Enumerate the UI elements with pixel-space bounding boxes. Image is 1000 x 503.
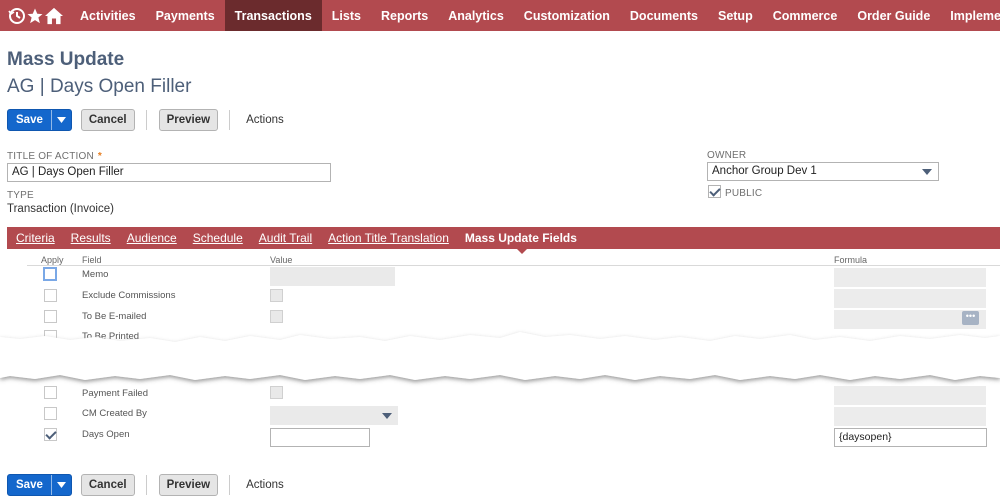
save-dropdown-caret-icon[interactable] xyxy=(50,475,71,495)
toolbar-separator xyxy=(229,475,231,495)
field-name-cm-created-by: CM Created By xyxy=(82,408,147,419)
public-label: PUBLIC xyxy=(725,188,763,199)
cancel-button[interactable]: Cancel xyxy=(80,109,135,131)
apply-checkbox-payment-failed[interactable] xyxy=(44,386,57,399)
toolbar-separator xyxy=(145,110,147,130)
public-checkbox[interactable] xyxy=(708,185,721,198)
owner-select[interactable]: Anchor Group Dev 1 xyxy=(707,162,939,181)
save-button[interactable]: Save xyxy=(7,474,72,496)
nav-item-reports[interactable]: Reports xyxy=(371,0,438,31)
formula-column-header: Formula xyxy=(834,255,868,265)
formula-input-memo[interactable] xyxy=(834,268,986,287)
tab-results[interactable]: Results xyxy=(71,231,111,245)
nav-item-implementation[interactable]: Implementation xyxy=(940,0,1000,31)
field-name-days-open: Days Open xyxy=(82,429,130,440)
value-checkbox-exclude-commissions[interactable] xyxy=(270,289,283,302)
field-name-to-be-emailed: To Be E-mailed xyxy=(82,311,147,322)
nav-item-analytics[interactable]: Analytics xyxy=(438,0,514,31)
toolbar-separator xyxy=(145,475,147,495)
header-divider xyxy=(27,265,1000,266)
preview-button[interactable]: Preview xyxy=(158,474,219,496)
formula-input-days-open[interactable]: {daysopen} xyxy=(834,428,987,447)
nav-item-lists[interactable]: Lists xyxy=(322,0,371,31)
apply-checkbox-days-open[interactable] xyxy=(44,428,57,441)
nav-item-setup[interactable]: Setup xyxy=(708,0,763,31)
apply-column-header: Apply xyxy=(41,255,64,265)
value-checkbox-to-be-emailed[interactable] xyxy=(270,310,283,323)
field-name-payment-failed: Payment Failed xyxy=(82,388,149,399)
formula-input-exclude-commissions[interactable] xyxy=(834,289,986,308)
title-of-action-label-text: TITLE OF ACTION xyxy=(7,151,94,162)
recent-icon[interactable] xyxy=(8,0,26,31)
preview-button[interactable]: Preview xyxy=(158,109,219,131)
apply-checkbox-exclude-commissions[interactable] xyxy=(44,289,57,302)
formula-input-cm-created-by[interactable] xyxy=(834,407,986,426)
tab-schedule[interactable]: Schedule xyxy=(193,231,243,245)
save-dropdown-caret-icon[interactable] xyxy=(50,110,71,130)
nav-item-payments[interactable]: Payments xyxy=(146,0,225,31)
nav-item-activities[interactable]: Activities xyxy=(70,0,146,31)
actions-menu[interactable]: Actions xyxy=(246,479,284,491)
formula-input-payment-failed[interactable] xyxy=(834,386,986,405)
save-button-label: Save xyxy=(16,114,43,126)
actions-menu[interactable]: Actions xyxy=(246,114,284,126)
cancel-button[interactable]: Cancel xyxy=(80,474,135,496)
top-nav: Activities Payments Transactions Lists R… xyxy=(0,0,1000,31)
nav-menu: Activities Payments Transactions Lists R… xyxy=(70,0,1000,31)
field-column-header: Field xyxy=(82,255,102,265)
nav-item-transactions[interactable]: Transactions xyxy=(224,0,322,31)
save-button-label: Save xyxy=(16,479,43,491)
apply-checkbox-to-be-emailed[interactable] xyxy=(44,310,57,323)
owner-select-value: Anchor Group Dev 1 xyxy=(712,165,817,177)
save-button[interactable]: Save xyxy=(7,109,72,131)
bottom-button-bar: Save Cancel Preview Actions xyxy=(7,474,284,496)
chevron-down-icon xyxy=(922,169,932,175)
owner-label: OWNER xyxy=(707,150,747,161)
active-tab-indicator xyxy=(517,249,527,254)
value-column-header: Value xyxy=(270,255,293,265)
page-title: Mass Update xyxy=(7,49,125,70)
value-select-cm-created-by[interactable] xyxy=(270,406,398,425)
tab-mass-update-fields[interactable]: Mass Update Fields xyxy=(465,231,577,245)
home-icon[interactable] xyxy=(44,0,64,31)
torn-edge-divider xyxy=(0,332,1000,380)
title-of-action-input[interactable]: AG | Days Open Filler xyxy=(7,163,331,182)
top-button-bar: Save Cancel Preview Actions xyxy=(7,109,284,131)
subtab-bar: Criteria Results Audience Schedule Audit… xyxy=(7,227,1000,249)
apply-checkbox-cm-created-by[interactable] xyxy=(44,407,57,420)
field-name-exclude-commissions: Exclude Commissions xyxy=(82,290,176,301)
toolbar-separator xyxy=(229,110,231,130)
tab-audience[interactable]: Audience xyxy=(127,231,177,245)
type-value: Transaction (Invoice) xyxy=(7,203,114,215)
tab-action-title-translation[interactable]: Action Title Translation xyxy=(328,231,449,245)
title-of-action-label: TITLE OF ACTION * xyxy=(7,151,102,162)
nav-item-commerce[interactable]: Commerce xyxy=(763,0,848,31)
apply-checkbox-memo[interactable] xyxy=(43,267,57,281)
value-input-days-open[interactable] xyxy=(270,428,370,447)
tab-audit-trail[interactable]: Audit Trail xyxy=(259,231,312,245)
chevron-down-icon xyxy=(382,413,392,419)
nav-item-customization[interactable]: Customization xyxy=(514,0,620,31)
nav-item-order-guide[interactable]: Order Guide xyxy=(847,0,940,31)
field-name-memo: Memo xyxy=(82,269,109,280)
record-title: AG | Days Open Filler xyxy=(7,76,192,97)
nav-item-documents[interactable]: Documents xyxy=(620,0,708,31)
type-label: TYPE xyxy=(7,190,34,201)
value-input-memo[interactable] xyxy=(270,267,395,286)
value-checkbox-payment-failed[interactable] xyxy=(270,386,283,399)
tab-criteria[interactable]: Criteria xyxy=(16,231,55,245)
required-asterisk-icon: * xyxy=(97,151,102,162)
star-icon[interactable] xyxy=(26,0,44,31)
